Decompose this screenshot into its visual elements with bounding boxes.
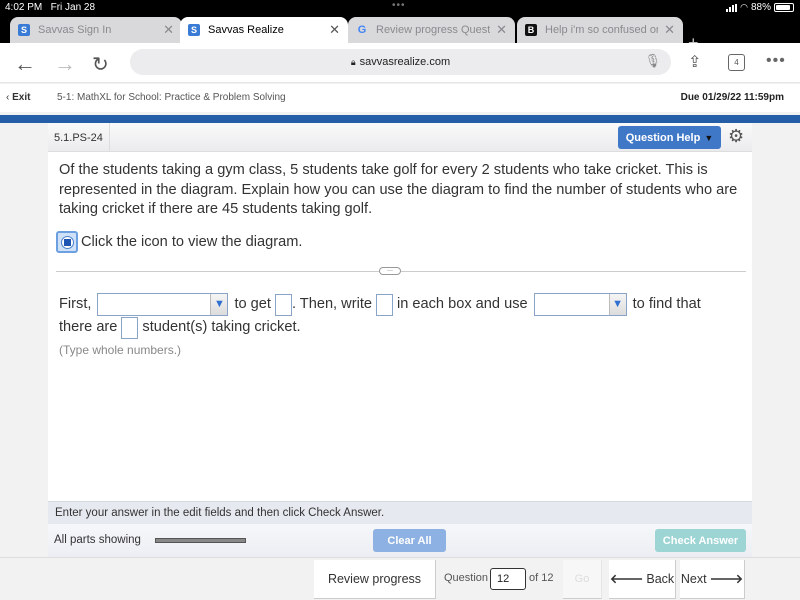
question-id: 5.1.PS-24 bbox=[48, 123, 110, 152]
check-answer-button[interactable]: Check Answer bbox=[655, 529, 746, 552]
url-text: savvasrealize.com bbox=[360, 56, 450, 68]
close-icon[interactable]: ✕ bbox=[329, 22, 340, 38]
answer-box-1[interactable] bbox=[275, 294, 292, 316]
battery-percent: 88% bbox=[751, 2, 771, 13]
view-diagram-icon[interactable] bbox=[56, 231, 78, 253]
question-help-button[interactable]: Question Help ▼ bbox=[618, 126, 721, 149]
parts-bar: All parts showing Clear All Check Answer bbox=[48, 524, 752, 557]
review-progress-button[interactable]: Review progress bbox=[314, 560, 436, 599]
question-number-input[interactable] bbox=[490, 568, 526, 590]
browser-toolbar: ← → ↻ 🔒︎ savvasrealize.com 🎙︎ ⇪ 4 ••• bbox=[0, 43, 800, 83]
answer-text-taking-cricket: student(s) taking cricket. bbox=[142, 316, 300, 339]
operation-dropdown[interactable]: ▼ bbox=[534, 293, 627, 316]
header-accent-bar bbox=[0, 115, 800, 123]
savvas-icon: S bbox=[188, 24, 200, 36]
question-label: Question bbox=[444, 572, 488, 584]
signal-icon bbox=[726, 4, 737, 12]
date-text: Fri Jan 28 bbox=[51, 2, 95, 13]
tab-title: Savvas Sign In bbox=[38, 24, 157, 36]
chevron-left-icon: ‹ bbox=[6, 92, 9, 103]
answer-box-2[interactable] bbox=[376, 294, 393, 316]
tab-count-button[interactable]: 4 bbox=[728, 54, 745, 71]
go-button[interactable]: Go bbox=[563, 560, 602, 599]
answer-text-first: First, bbox=[59, 293, 91, 316]
answer-text-to-find-that: to find that bbox=[633, 293, 701, 316]
next-label: Next bbox=[681, 572, 707, 586]
microphone-icon[interactable]: 🎙︎ bbox=[644, 53, 661, 69]
assignment-bar: ‹ Exit 5-1: MathXL for School: Practice … bbox=[0, 84, 800, 112]
battery-fill bbox=[776, 5, 790, 10]
status-bar: 4:02 PM Fri Jan 28 ••• ◠ 88% bbox=[0, 0, 800, 16]
back-button[interactable]: 🡐 Back bbox=[609, 560, 676, 599]
question-panel: 5.1.PS-24 Question Help ▼ ⚙ Of the stude… bbox=[48, 123, 752, 557]
answer-box-3[interactable] bbox=[121, 317, 138, 339]
breadcrumb: 5-1: MathXL for School: Practice & Probl… bbox=[57, 92, 286, 103]
question-header: 5.1.PS-24 Question Help ▼ ⚙ bbox=[48, 123, 752, 152]
forward-arrow-icon[interactable]: → bbox=[54, 51, 76, 77]
dropdown-arrow-icon: ▼ bbox=[609, 294, 626, 315]
reload-icon[interactable]: ↻ bbox=[92, 52, 109, 77]
more-menu-icon[interactable]: ••• bbox=[766, 52, 786, 70]
answer-area: First, ▼ to get . Then, write in each bo… bbox=[59, 293, 749, 339]
back-arrow-icon[interactable]: ← bbox=[14, 51, 36, 77]
divider bbox=[56, 271, 746, 272]
question-help-label: Question Help bbox=[626, 132, 701, 144]
tab-title: Help i'm so confused on bbox=[545, 24, 658, 36]
share-icon[interactable]: ⇪ bbox=[688, 52, 701, 72]
wifi-icon: ◠ bbox=[740, 2, 748, 13]
tab-strip: S Savvas Sign In ✕ S Savvas Realize ✕ G … bbox=[0, 16, 800, 43]
instructions-bar: Enter your answer in the edit fields and… bbox=[48, 501, 752, 524]
brainly-icon: B bbox=[525, 24, 537, 36]
status-indicators: ◠ 88% bbox=[726, 2, 794, 13]
tab-title: Review progress Questio bbox=[376, 24, 490, 36]
caret-down-icon: ▼ bbox=[704, 133, 713, 143]
status-time: 4:02 PM Fri Jan 28 bbox=[5, 2, 95, 13]
answer-text-there-are: there are bbox=[59, 316, 117, 339]
tab-review-progress[interactable]: G Review progress Questio ✕ bbox=[348, 17, 515, 43]
exit-button[interactable]: ‹ Exit bbox=[6, 92, 30, 103]
battery-icon bbox=[774, 3, 794, 12]
answer-text-in-each-box: in each box and use bbox=[397, 293, 528, 316]
diagram-prompt-text: Click the icon to view the diagram. bbox=[81, 234, 302, 250]
close-icon[interactable]: ✕ bbox=[163, 22, 174, 38]
address-bar[interactable]: 🔒︎ savvasrealize.com 🎙︎ bbox=[130, 49, 671, 75]
dropdown-arrow-icon: ▼ bbox=[210, 294, 227, 315]
arrow-right-icon: 🡒 bbox=[710, 572, 744, 587]
exit-label: Exit bbox=[12, 92, 30, 103]
close-icon[interactable]: ✕ bbox=[496, 22, 507, 38]
multitask-dots-icon[interactable]: ••• bbox=[392, 0, 406, 11]
question-text: Of the students taking a gym class, 5 st… bbox=[59, 161, 749, 220]
arrow-left-icon: 🡐 bbox=[610, 572, 644, 587]
diagram-prompt: Click the icon to view the diagram. bbox=[56, 231, 302, 253]
right-gutter bbox=[752, 123, 800, 557]
next-button[interactable]: Next 🡒 bbox=[680, 560, 745, 599]
clear-all-button[interactable]: Clear All bbox=[373, 529, 446, 552]
method-dropdown[interactable]: ▼ bbox=[97, 293, 228, 316]
tab-title: Savvas Realize bbox=[208, 24, 323, 36]
close-icon[interactable]: ✕ bbox=[664, 22, 675, 38]
lock-icon: 🔒︎ bbox=[351, 57, 356, 68]
tab-savvas-sign-in[interactable]: S Savvas Sign In ✕ bbox=[10, 17, 182, 43]
time-text: 4:02 PM bbox=[5, 2, 42, 13]
question-total: of 12 bbox=[529, 572, 553, 584]
gear-icon[interactable]: ⚙ bbox=[728, 126, 744, 147]
bottom-navigation: Review progress Question of 12 Go 🡐 Back… bbox=[0, 557, 800, 600]
google-icon: G bbox=[356, 24, 368, 36]
answer-text-then-write: . Then, write bbox=[292, 293, 372, 316]
resize-handle[interactable]: ... bbox=[379, 267, 401, 275]
answer-line-2: there are student(s) taking cricket. bbox=[59, 316, 749, 339]
left-gutter bbox=[0, 123, 48, 557]
savvas-icon: S bbox=[18, 24, 30, 36]
tab-savvas-realize[interactable]: S Savvas Realize ✕ bbox=[180, 17, 348, 43]
due-date: Due 01/29/22 11:59pm bbox=[681, 92, 784, 103]
answer-text-to-get: to get bbox=[234, 293, 271, 316]
answer-hint: (Type whole numbers.) bbox=[59, 343, 181, 357]
parts-progress-bar bbox=[155, 538, 246, 543]
answer-line-1: First, ▼ to get . Then, write in each bo… bbox=[59, 293, 749, 316]
parts-label: All parts showing bbox=[54, 534, 141, 546]
tab-help-confused[interactable]: B Help i'm so confused on ✕ bbox=[517, 17, 683, 43]
back-label: Back bbox=[646, 572, 674, 586]
